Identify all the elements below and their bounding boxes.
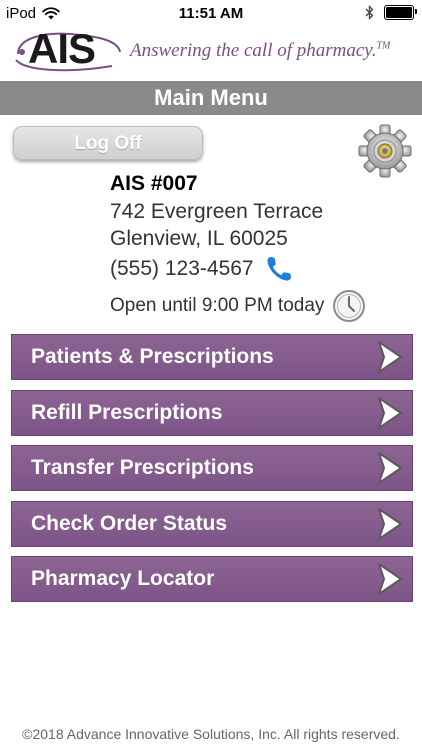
menu-item-check-order-status[interactable]: Check Order Status bbox=[11, 500, 413, 547]
trademark: TM bbox=[376, 40, 391, 52]
logo: AIS bbox=[14, 26, 124, 72]
store-hours-row: Open until 9:00 PM today bbox=[110, 289, 366, 323]
menu-item-label: Transfer Prescriptions bbox=[31, 456, 254, 479]
menu-item-transfer-prescriptions[interactable]: Transfer Prescriptions bbox=[11, 445, 413, 491]
menu-item-label: Check Order Status bbox=[31, 511, 228, 535]
store-name: AIS #007 bbox=[110, 172, 198, 195]
battery-icon bbox=[384, 5, 417, 20]
store-hours: Open until 9:00 PM today bbox=[110, 295, 325, 316]
bluetooth-icon bbox=[365, 5, 374, 20]
chevron-right-icon bbox=[378, 563, 402, 595]
menu-item-label: Patients & Prescriptions bbox=[31, 345, 274, 368]
battery-fill bbox=[386, 7, 412, 18]
footer-copyright: ©2018 Advance Innovative Solutions, Inc.… bbox=[22, 726, 400, 742]
main-menu: Patients & Prescriptions Refill Prescrip… bbox=[11, 334, 413, 612]
status-bar: iPod 11:51 AM bbox=[0, 0, 422, 28]
tagline-text: Answering the call of pharmacy. bbox=[130, 40, 377, 61]
store-address-line2: Glenview, IL 60025 bbox=[110, 227, 288, 250]
menu-item-label: Pharmacy Locator bbox=[31, 567, 215, 590]
gear-icon bbox=[358, 124, 412, 178]
page-title: Main Menu bbox=[0, 81, 422, 115]
phone-icon[interactable] bbox=[264, 254, 294, 284]
clock-icon bbox=[333, 290, 366, 322]
logo-tagline: Answering the call of pharmacy.TM bbox=[130, 40, 390, 62]
logo-banner: AIS Answering the call of pharmacy.TM bbox=[14, 26, 414, 74]
status-right bbox=[365, 5, 417, 20]
menu-item-refill-prescriptions[interactable]: Refill Prescriptions bbox=[11, 389, 413, 436]
logoff-button[interactable]: Log Off bbox=[13, 126, 203, 160]
logo-brand: AIS bbox=[28, 25, 96, 72]
store-phone-row[interactable]: (555) 123-4567 bbox=[110, 254, 294, 284]
chevron-right-icon bbox=[378, 341, 402, 373]
store-phone[interactable]: (555) 123-4567 bbox=[110, 257, 254, 281]
chevron-right-icon bbox=[378, 452, 402, 484]
settings-button[interactable] bbox=[357, 123, 413, 179]
status-time: 11:51 AM bbox=[178, 5, 244, 22]
menu-item-patients-prescriptions[interactable]: Patients & Prescriptions bbox=[11, 334, 413, 380]
menu-item-label: Refill Prescriptions bbox=[31, 400, 223, 424]
chevron-right-icon bbox=[378, 396, 402, 429]
chevron-right-icon bbox=[378, 507, 402, 540]
menu-item-pharmacy-locator[interactable]: Pharmacy Locator bbox=[11, 556, 413, 602]
store-address-line1: 742 Evergreen Terrace bbox=[110, 200, 324, 223]
